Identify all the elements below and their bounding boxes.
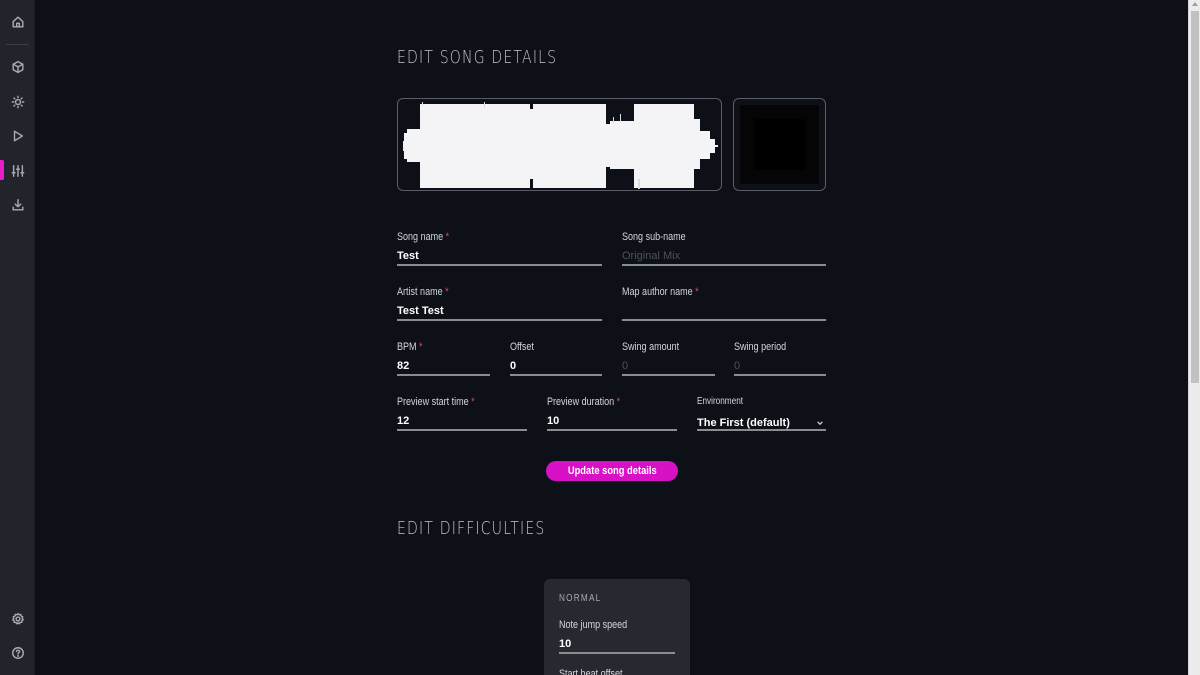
home-icon [11,16,24,28]
download-icon [11,199,24,211]
sidebar-item-home[interactable] [0,9,35,35]
cover-art [740,105,819,184]
map-author-name-label: Map author name [622,286,693,298]
scroll-up-arrow-icon[interactable] [1192,2,1198,6]
cube-icon [11,60,24,74]
edit-song-details-title: EDIT SONG DETAILS [397,47,558,68]
sidebar-item-song-details[interactable] [0,158,35,184]
environment-label: Environment [697,396,744,407]
song-sub-name-label: Song sub-name [622,231,686,243]
artist-name-label: Artist name [397,286,443,298]
page-scrollbar[interactable] [1188,0,1200,675]
update-song-details-label: Update song details [567,465,657,477]
map-author-name-input[interactable] [622,303,826,321]
swing-period-label: Swing period [734,341,787,353]
swing-amount-label: Swing amount [622,341,680,353]
chevron-down-icon [816,414,824,432]
song-name-input[interactable] [397,248,602,266]
sidebar-item-preview[interactable] [0,123,35,149]
waveform-preview[interactable] [397,98,722,191]
required-marker: * [419,341,423,353]
gear-icon [11,612,24,625]
note-jump-speed-field: Note jump speed [559,618,675,654]
map-author-name-field: Map author name * [622,285,826,321]
environment-select[interactable]: The First (default) [697,413,826,431]
environment-field: Environment The First (default) [697,395,826,431]
song-sub-name-input[interactable] [622,248,826,266]
play-icon [13,130,23,142]
note-jump-speed-label: Note jump speed [559,619,628,631]
sun-icon [11,95,24,109]
swing-period-input[interactable] [734,358,826,376]
swing-amount-input[interactable] [622,358,715,376]
start-beat-offset-field: Start beat offset [559,667,675,675]
waveform-graphic [403,102,718,189]
preview-duration-input[interactable] [547,413,677,431]
edit-difficulties-title: EDIT DIFFICULTIES [397,518,546,539]
update-song-details-button[interactable]: Update song details [546,461,678,481]
preview-duration-label: Preview duration [547,396,615,408]
offset-label: Offset [510,341,534,353]
artist-name-input[interactable] [397,303,602,321]
preview-duration-field: Preview duration * [547,395,677,431]
bpm-label: BPM [397,341,417,353]
help-icon [11,647,24,659]
song-name-field: Song name * [397,230,602,266]
swing-amount-field: Swing amount [622,340,715,376]
sidebar [0,0,35,675]
required-marker: * [471,396,475,408]
preview-start-time-label: Preview start time [397,396,469,408]
sidebar-item-lighting[interactable] [0,89,35,115]
sidebar-item-settings[interactable] [0,606,35,632]
start-beat-offset-label: Start beat offset [559,668,623,675]
sidebar-item-help[interactable] [0,640,35,666]
offset-field: Offset [510,340,602,376]
preview-start-time-field: Preview start time * [397,395,527,431]
bpm-input[interactable] [397,358,490,376]
required-marker: * [616,396,621,408]
required-marker: * [445,231,450,243]
required-marker: * [445,286,449,298]
preview-start-time-input[interactable] [397,413,527,431]
cover-image[interactable] [733,98,826,191]
song-sub-name-field: Song sub-name [622,230,826,266]
sidebar-divider [6,44,29,45]
note-jump-speed-input[interactable] [559,636,675,654]
artist-name-field: Artist name * [397,285,602,321]
sidebar-item-download[interactable] [0,192,35,218]
sidebar-item-objects[interactable] [0,54,35,80]
bpm-field: BPM * [397,340,490,376]
scrollbar-thumb[interactable] [1191,11,1199,383]
offset-input[interactable] [510,358,602,376]
sliders-icon [11,165,24,177]
required-marker: * [695,286,699,298]
song-name-label: Song name [397,231,444,243]
difficulty-card-normal: NORMAL Note jump speed Start beat offset [544,579,690,675]
environment-selected-value: The First (default) [697,417,790,429]
difficulty-name: NORMAL [559,593,602,604]
swing-period-field: Swing period [734,340,826,376]
